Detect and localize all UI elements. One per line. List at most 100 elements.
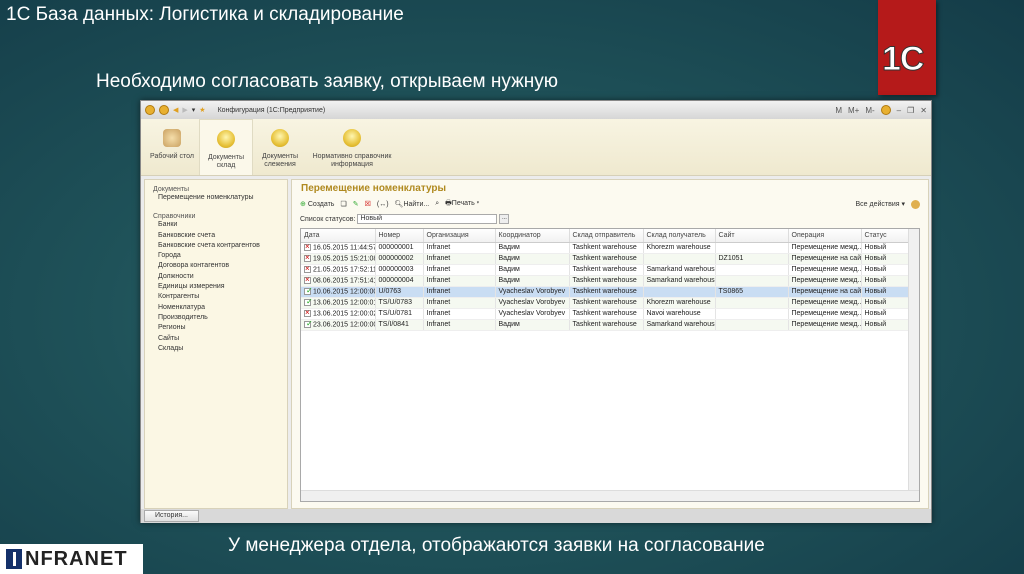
table-cell: Вадим: [495, 319, 570, 331]
section-icon: [217, 130, 235, 148]
print-button[interactable]: 🖶︎Печать ▾: [445, 199, 479, 210]
cell-text: 21.05.2015 17:52:11: [313, 266, 375, 274]
back-icon[interactable]: ◀: [173, 106, 178, 114]
column-header[interactable]: Статус: [861, 229, 911, 243]
table-row[interactable]: 16.05.2015 11:44:57000000001 Infranet Вади…: [301, 242, 911, 254]
horizontal-scrollbar[interactable]: [301, 490, 919, 501]
history-button[interactable]: История...: [144, 510, 199, 522]
info-icon[interactable]: [880, 105, 891, 115]
table-row[interactable]: 08.06.2015 17:51:41000000004 Infranet Вади…: [301, 275, 911, 287]
table-cell: Khorezm warehouse: [643, 242, 716, 254]
column-header[interactable]: Номер: [375, 229, 424, 243]
sidebar-item[interactable]: Единицы измерения: [153, 282, 279, 292]
forward-icon[interactable]: ▶: [182, 106, 187, 114]
sidebar-item[interactable]: Сайты: [153, 334, 279, 344]
table-cell: Tashkent warehouse: [569, 253, 644, 265]
column-header[interactable]: Организация: [423, 229, 496, 243]
column-header[interactable]: Склад получатель: [643, 229, 716, 243]
table-cell: Новый: [861, 308, 911, 320]
deleted-doc-icon: [304, 264, 311, 273]
table-cell: 000000002: [375, 253, 424, 265]
close-button[interactable]: ✕: [920, 106, 927, 115]
cancel-search-icon[interactable]: ⌕: [435, 200, 439, 208]
cell-text: Infranet: [426, 244, 451, 251]
select-button[interactable]: ...: [499, 214, 510, 224]
sidebar-item[interactable]: Регионы: [153, 323, 279, 333]
sidebar-item[interactable]: Банки: [153, 220, 279, 230]
sidebar-item[interactable]: Договора контагентов: [153, 261, 279, 271]
sidebar-item[interactable]: Банковские счета контрагентов: [153, 241, 279, 251]
sidebar-item[interactable]: Перемещение номенклатуры: [153, 193, 279, 203]
table-cell: DZ1051: [715, 253, 789, 265]
sidebar-item[interactable]: Должности: [153, 272, 279, 282]
sidebar-item[interactable]: Города: [153, 251, 279, 261]
table-cell: TS/U/0783: [375, 297, 424, 309]
cell-text: TS/U/0783: [378, 299, 412, 306]
sidebar-item[interactable]: Номенклатура: [153, 303, 279, 313]
table-cell: Infranet: [423, 308, 496, 320]
page-title: Перемещение номенклатуры: [301, 183, 447, 194]
table-cell: Перемещение межд...: [788, 297, 862, 309]
help-icon[interactable]: [911, 199, 920, 209]
posted-doc-icon: [304, 286, 313, 295]
column-header[interactable]: Координатор: [495, 229, 570, 243]
section-warehouse-docs[interactable]: Документы склад: [199, 119, 253, 175]
table-row[interactable]: 19.05.2015 15:21:08000000002 Infranet Вади…: [301, 253, 911, 265]
table-cell: Новый: [861, 319, 911, 331]
app-menu-icon[interactable]: [145, 105, 155, 115]
section-tracking-docs[interactable]: Документы слежения: [253, 119, 307, 175]
dropdown-icon[interactable]: ▾: [192, 106, 196, 114]
table-row[interactable]: 13.06.2015 12:00:02TS/U/0781 Infranet Vyac…: [301, 308, 911, 320]
slide-caption: У менеджера отдела, отображаются заявки …: [228, 535, 765, 556]
sidebar-item[interactable]: Контрагенты: [153, 292, 279, 302]
vertical-scrollbar[interactable]: [908, 229, 919, 491]
status-input[interactable]: Новый: [357, 214, 498, 224]
link-icon[interactable]: (↔): [377, 201, 389, 208]
delete-icon[interactable]: ☒: [365, 200, 371, 208]
table-cell: 21.05.2015 17:52:11: [301, 264, 376, 276]
cell-text: Новый: [864, 310, 887, 317]
cell-text: Infranet: [426, 310, 451, 317]
cell-text: Вадим: [498, 255, 520, 262]
table-cell: Новый: [861, 264, 911, 276]
cell-text: Новый: [864, 277, 887, 284]
sidebar-item[interactable]: Банковские счета: [153, 231, 279, 241]
find-button[interactable]: 🔍︎Найти...: [395, 200, 430, 208]
table-row[interactable]: 23.06.2015 12:00:00TS/I/0841 Infranet Вади…: [301, 319, 911, 331]
m-minus-button[interactable]: M-: [865, 106, 874, 115]
copy-icon[interactable]: ❏: [340, 200, 346, 208]
sidebar-item[interactable]: Склады: [153, 344, 279, 354]
table-row[interactable]: 10.06.2015 12:00:00U/0763 Infranet Vyaches…: [301, 286, 911, 298]
cell-text: Khorezm warehouse: [646, 299, 711, 306]
desk-icon: [163, 129, 181, 147]
create-button[interactable]: ⊕ Создать: [300, 200, 334, 208]
column-header[interactable]: Дата: [301, 229, 376, 243]
restore-button[interactable]: ❐: [907, 106, 914, 115]
table-row[interactable]: 21.05.2015 17:52:11000000003 Infranet Вади…: [301, 264, 911, 276]
menu-icon[interactable]: [159, 105, 169, 115]
table-cell: Вадим: [495, 242, 570, 254]
cell-text: 000000004: [378, 277, 414, 284]
section-reference[interactable]: Нормативно справочник информация: [307, 119, 397, 175]
all-actions-button[interactable]: Все действия ▾: [856, 200, 906, 208]
table-row[interactable]: 13.06.2015 12:00:01TS/U/0783 Infranet Vyac…: [301, 297, 911, 309]
cell-text: Infranet: [426, 299, 451, 306]
cell-text: Tashkent warehouse: [572, 321, 637, 328]
cell-text: Новый: [864, 321, 887, 328]
m-button[interactable]: M: [835, 106, 842, 115]
m-plus-button[interactable]: M+: [848, 106, 859, 115]
edit-icon[interactable]: ✎: [353, 200, 359, 208]
sidebar-group-references: Справочники: [153, 213, 196, 221]
slide-subtitle: Необходимо согласовать заявку, открываем…: [96, 71, 559, 92]
table-cell: 08.06.2015 17:51:41: [301, 275, 376, 287]
column-header[interactable]: Склад отправитель: [569, 229, 644, 243]
cell-text: Новый: [864, 244, 887, 251]
table-cell: Новый: [861, 242, 911, 254]
table-cell: Перемещение межд...: [788, 308, 862, 320]
minimize-button[interactable]: –: [897, 106, 901, 115]
favorites-icon[interactable]: ★: [199, 106, 205, 114]
column-header[interactable]: Операция: [788, 229, 862, 243]
column-header[interactable]: Сайт: [715, 229, 789, 243]
sidebar-item[interactable]: Производитель: [153, 313, 279, 323]
section-desktop[interactable]: Рабочий стол: [145, 119, 199, 175]
